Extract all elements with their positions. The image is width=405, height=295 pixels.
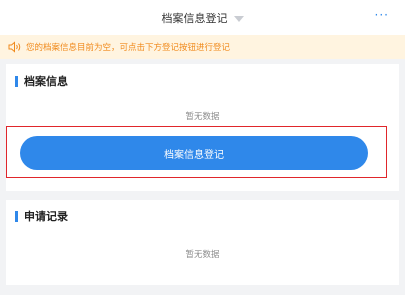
section-title-records: 申请记录 xyxy=(24,210,68,223)
section-header: 申请记录 xyxy=(15,208,68,224)
section-header: 档案信息 xyxy=(15,73,68,89)
top-header: 档案信息登记 ··· xyxy=(0,0,405,35)
empty-state-text: 暂无数据 xyxy=(185,112,220,122)
section-accent-bar xyxy=(15,210,18,222)
title-dropdown[interactable]: 档案信息登记 xyxy=(162,10,244,26)
caret-down-icon xyxy=(233,15,244,22)
notice-text: 您的档案信息目前为空，可点击下方登记按钮进行登记 xyxy=(26,43,231,53)
section-title-profile: 档案信息 xyxy=(24,75,68,88)
highlight-frame xyxy=(6,126,387,178)
page-title: 档案信息登记 xyxy=(161,11,228,25)
notice-bar: 您的档案信息目前为空，可点击下方登记按钮进行登记 xyxy=(0,35,405,59)
empty-state-text: 暂无数据 xyxy=(185,250,220,260)
section-accent-bar xyxy=(15,75,18,87)
more-menu-button[interactable]: ··· xyxy=(375,9,389,21)
speaker-icon xyxy=(8,41,21,53)
records-card: 申请记录 暂无数据 xyxy=(6,200,399,285)
